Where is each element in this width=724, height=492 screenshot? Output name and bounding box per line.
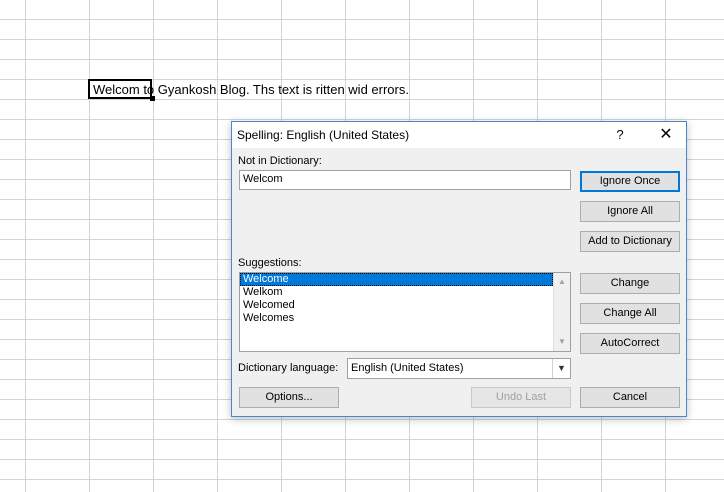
close-icon[interactable]: ✕ — [646, 122, 686, 148]
dictionary-language-select[interactable]: English (United States) ▼ — [347, 358, 571, 379]
add-to-dictionary-button[interactable]: Add to Dictionary — [580, 231, 680, 252]
suggestion-item[interactable]: Welcomes — [240, 312, 553, 325]
not-in-dictionary-label: Not in Dictionary: — [238, 155, 322, 167]
chevron-down-icon[interactable]: ▼ — [552, 359, 570, 378]
change-button[interactable]: Change — [580, 273, 680, 294]
cell-text: Welcom to Gyankosh Blog. Ths text is rit… — [93, 82, 409, 97]
ignore-all-button[interactable]: Ignore All — [580, 201, 680, 222]
change-all-button[interactable]: Change All — [580, 303, 680, 324]
autocorrect-button[interactable]: AutoCorrect — [580, 333, 680, 354]
cancel-button[interactable]: Cancel — [580, 387, 680, 408]
scroll-up-icon[interactable]: ▲ — [554, 275, 570, 289]
dialog-titlebar[interactable]: Spelling: English (United States) ? ✕ — [232, 122, 686, 148]
not-in-dictionary-area[interactable] — [239, 189, 571, 253]
ignore-once-button[interactable]: Ignore Once — [580, 171, 680, 192]
not-in-dictionary-field[interactable]: Welcom — [239, 170, 571, 190]
suggestion-item[interactable]: Welcomed — [240, 299, 553, 312]
dialog-title: Spelling: English (United States) — [237, 128, 410, 142]
dictionary-language-label: Dictionary language: — [238, 362, 339, 374]
spelling-dialog: Spelling: English (United States) ? ✕ No… — [231, 121, 687, 417]
suggestions-scrollbar[interactable]: ▲ ▼ — [553, 273, 570, 351]
suggestions-label: Suggestions: — [238, 257, 302, 269]
scroll-down-icon[interactable]: ▼ — [554, 335, 570, 349]
undo-last-button[interactable]: Undo Last — [471, 387, 571, 408]
options-button[interactable]: Options... — [239, 387, 339, 408]
suggestions-list[interactable]: Welcome Welkom Welcomed Welcomes ▲ ▼ — [239, 272, 571, 352]
suggestion-item[interactable]: Welkom — [240, 286, 553, 299]
help-button[interactable]: ? — [608, 125, 632, 145]
suggestion-item[interactable]: Welcome — [240, 273, 553, 286]
dictionary-language-value: English (United States) — [351, 362, 464, 374]
